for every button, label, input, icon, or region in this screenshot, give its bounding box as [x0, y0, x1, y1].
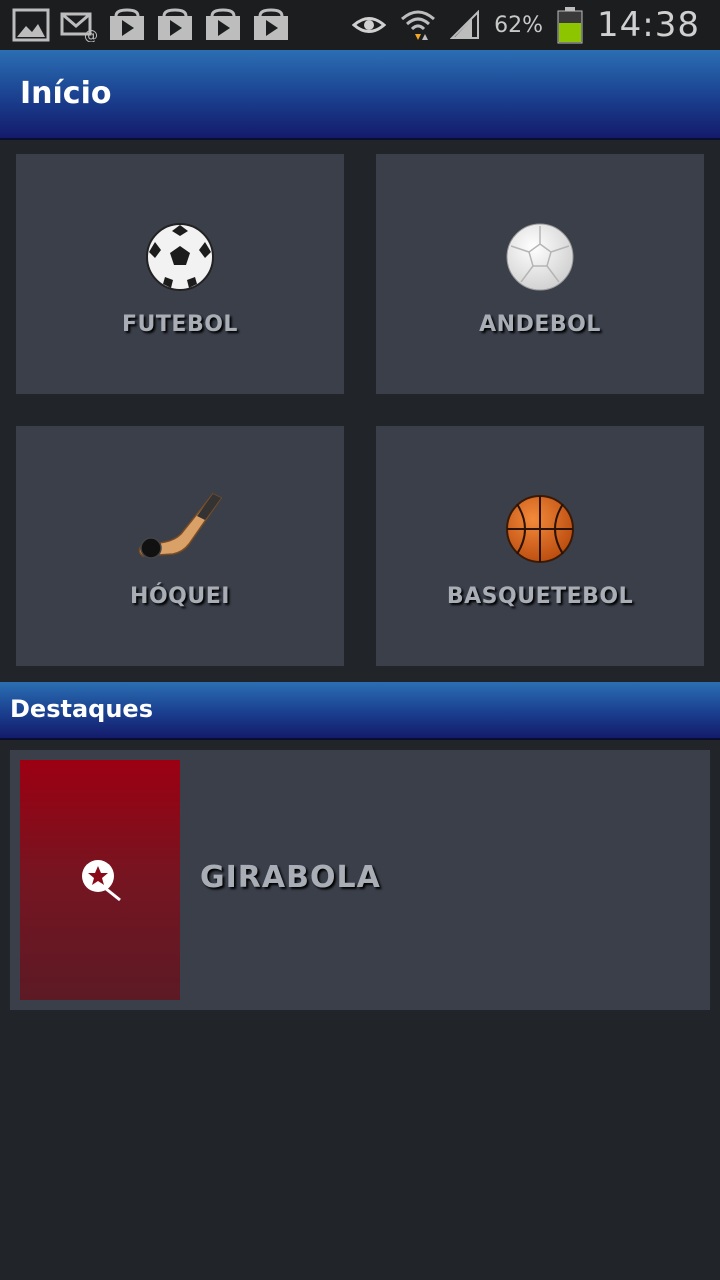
- tile-futebol[interactable]: FUTEBOL: [16, 154, 344, 394]
- battery-icon: [557, 7, 583, 44]
- highlights-header: Destaques: [0, 682, 720, 740]
- soccer-ball-icon: [146, 223, 214, 291]
- section-title: Destaques: [10, 695, 153, 723]
- hockey-stick-icon: [138, 493, 223, 559]
- highlight-label: GIRABOLA: [200, 860, 381, 895]
- eye-icon: [352, 17, 387, 33]
- highlight-thumbnail: [20, 760, 180, 1000]
- tile-label: HÓQUEI: [130, 584, 230, 609]
- status-bar: @ 62% 14:38: [0, 0, 720, 50]
- clock: 14:38: [597, 5, 700, 45]
- basketball-icon: [506, 495, 574, 563]
- app-bar: Início: [0, 50, 720, 140]
- notification-icons: @: [12, 6, 290, 44]
- play-store-icon: [206, 8, 240, 40]
- play-store-icon: [158, 8, 192, 40]
- highlight-item-girabola[interactable]: GIRABOLA: [10, 750, 710, 1010]
- handball-icon: [506, 223, 574, 291]
- tile-label: ANDEBOL: [479, 312, 601, 337]
- signal-icon: [450, 10, 480, 39]
- tile-hoquei[interactable]: HÓQUEI: [16, 426, 344, 666]
- system-indicators: 62% 14:38: [352, 0, 700, 50]
- wifi-icon: [401, 10, 436, 40]
- tile-label: FUTEBOL: [122, 312, 238, 337]
- svg-text:@: @: [84, 28, 98, 42]
- tile-basquetebol[interactable]: BASQUETEBOL: [376, 426, 704, 666]
- play-store-icon: [254, 8, 288, 40]
- image-icon: [12, 8, 50, 42]
- tile-andebol[interactable]: ANDEBOL: [376, 154, 704, 394]
- girabola-logo-icon: [82, 860, 121, 902]
- page-title: Início: [20, 76, 112, 111]
- email-icon: @: [60, 12, 98, 42]
- tile-label: BASQUETEBOL: [446, 584, 634, 609]
- play-store-icon: [110, 8, 144, 40]
- battery-percentage: 62%: [494, 12, 544, 38]
